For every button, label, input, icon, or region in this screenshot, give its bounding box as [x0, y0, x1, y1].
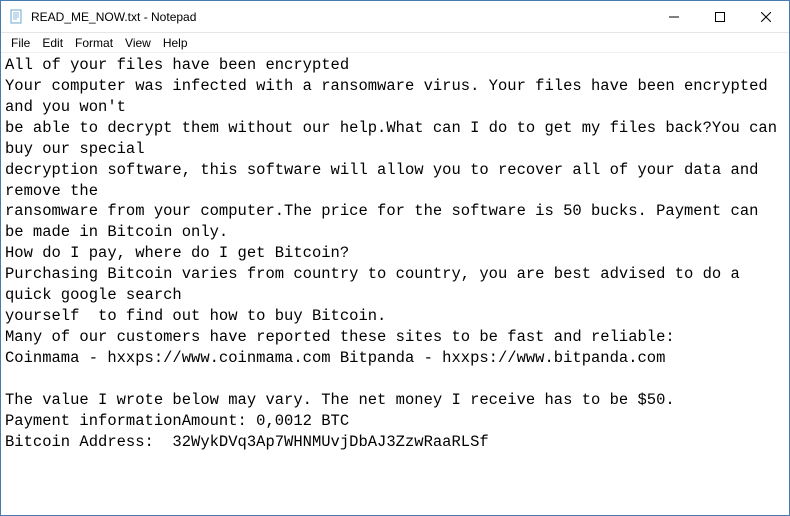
close-button[interactable] [743, 1, 789, 32]
menu-format[interactable]: Format [69, 35, 119, 51]
menu-view[interactable]: View [119, 35, 157, 51]
text-content[interactable]: All of your files have been encrypted Yo… [1, 53, 789, 515]
minimize-button[interactable] [651, 1, 697, 32]
menu-help[interactable]: Help [157, 35, 194, 51]
maximize-icon [715, 12, 725, 22]
minimize-icon [669, 12, 679, 22]
notepad-window: READ_ME_NOW.txt - Notepad File Edit [0, 0, 790, 516]
close-icon [761, 12, 771, 22]
window-controls [651, 1, 789, 32]
menu-edit[interactable]: Edit [36, 35, 69, 51]
menu-bar: File Edit Format View Help [1, 33, 789, 53]
window-title: READ_ME_NOW.txt - Notepad [31, 10, 651, 24]
title-bar[interactable]: READ_ME_NOW.txt - Notepad [1, 1, 789, 33]
maximize-button[interactable] [697, 1, 743, 32]
menu-file[interactable]: File [5, 35, 36, 51]
notepad-icon [9, 9, 25, 25]
